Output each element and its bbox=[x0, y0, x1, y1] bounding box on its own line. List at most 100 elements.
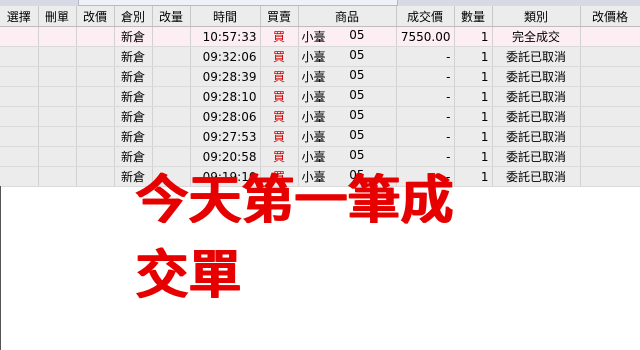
col-header-modify-price[interactable]: 改價 bbox=[76, 6, 115, 27]
modify-price-cell[interactable] bbox=[76, 106, 115, 127]
select-cell[interactable] bbox=[0, 66, 39, 87]
col-header-modify-qty[interactable]: 改量 bbox=[152, 6, 191, 27]
col-header-qty[interactable]: 數量 bbox=[454, 6, 493, 27]
new-price-cell[interactable] bbox=[580, 26, 640, 47]
product-name: 小臺 bbox=[301, 90, 326, 104]
modify-price-cell[interactable] bbox=[76, 86, 115, 107]
fill-price-cell: - bbox=[396, 106, 455, 127]
col-header-delete[interactable]: 刪單 bbox=[38, 6, 77, 27]
select-cell[interactable] bbox=[0, 126, 39, 147]
side-cell: 買 bbox=[260, 26, 299, 47]
time-cell: 09:28:39 bbox=[190, 66, 261, 87]
product-name: 小臺 bbox=[301, 130, 326, 144]
modify-price-cell[interactable] bbox=[76, 126, 115, 147]
modify-price-cell[interactable] bbox=[76, 66, 115, 87]
product-month: 05 bbox=[349, 48, 365, 62]
new-price-cell[interactable] bbox=[580, 86, 640, 107]
table-row[interactable]: 新倉 09:32:06 買小臺 05 -1 委託已取消 bbox=[0, 46, 640, 67]
category-cell: 委託已取消 bbox=[492, 86, 581, 107]
new-price-cell[interactable] bbox=[580, 106, 640, 127]
new-price-cell[interactable] bbox=[580, 166, 640, 187]
product-month: 05 bbox=[349, 68, 365, 82]
col-header-select[interactable]: 選擇 bbox=[0, 6, 39, 27]
fill-price-cell: - bbox=[396, 126, 455, 147]
banner-text: 今天第一筆成交單 bbox=[136, 171, 455, 306]
col-header-product[interactable]: 商品 bbox=[298, 6, 397, 27]
fill-price-cell: - bbox=[396, 66, 455, 87]
category-cell: 完全成交 bbox=[492, 26, 581, 47]
category-cell: 委託已取消 bbox=[492, 106, 581, 127]
col-header-side[interactable]: 買賣 bbox=[260, 6, 299, 27]
qty-cell: 1 bbox=[454, 106, 493, 127]
side-cell: 買 bbox=[260, 66, 299, 87]
product-name: 小臺 bbox=[301, 70, 326, 84]
modify-qty-cell[interactable] bbox=[152, 106, 191, 127]
warehouse-cell: 新倉 bbox=[114, 26, 153, 47]
select-cell[interactable] bbox=[0, 86, 39, 107]
category-cell: 委託已取消 bbox=[492, 146, 581, 167]
delete-cell[interactable] bbox=[38, 106, 77, 127]
side-cell: 買 bbox=[260, 86, 299, 107]
new-price-cell[interactable] bbox=[580, 66, 640, 87]
modify-price-cell[interactable] bbox=[76, 26, 115, 47]
select-cell[interactable] bbox=[0, 26, 39, 47]
table-row[interactable]: 新倉 09:28:06 買小臺 05 -1 委託已取消 bbox=[0, 106, 640, 127]
qty-cell: 1 bbox=[454, 26, 493, 47]
modify-price-cell[interactable] bbox=[76, 46, 115, 67]
delete-cell[interactable] bbox=[38, 86, 77, 107]
product-cell: 小臺 05 bbox=[298, 126, 397, 147]
modify-price-cell[interactable] bbox=[76, 166, 115, 187]
header-row: 選擇 刪單 改價 倉別 改量 時間 買賣 商品 成交價 數量 類別 改價格 bbox=[0, 6, 640, 27]
table-row[interactable]: 新倉 09:27:53 買小臺 05 -1 委託已取消 bbox=[0, 126, 640, 147]
select-cell[interactable] bbox=[0, 166, 39, 187]
product-cell: 小臺 05 bbox=[298, 106, 397, 127]
time-cell: 09:32:06 bbox=[190, 46, 261, 67]
product-month: 05 bbox=[349, 108, 365, 122]
delete-cell[interactable] bbox=[38, 66, 77, 87]
delete-cell[interactable] bbox=[38, 126, 77, 147]
modify-qty-cell[interactable] bbox=[152, 46, 191, 67]
table-row[interactable]: 新倉 09:28:39 買小臺 05 -1 委託已取消 bbox=[0, 66, 640, 87]
category-cell: 委託已取消 bbox=[492, 126, 581, 147]
select-cell[interactable] bbox=[0, 106, 39, 127]
category-cell: 委託已取消 bbox=[492, 166, 581, 187]
new-price-cell[interactable] bbox=[580, 46, 640, 67]
time-cell: 10:57:33 bbox=[190, 26, 261, 47]
qty-cell: 1 bbox=[454, 126, 493, 147]
table-row[interactable]: 新倉 09:28:10 買小臺 05 -1 委託已取消 bbox=[0, 86, 640, 107]
table-row[interactable]: 新倉 10:57:33 買小臺 05 7550.00 1 完全成交 bbox=[0, 26, 640, 47]
product-month: 05 bbox=[349, 28, 365, 42]
product-cell: 小臺 05 bbox=[298, 46, 397, 67]
modify-qty-cell[interactable] bbox=[152, 126, 191, 147]
fill-price-cell: - bbox=[396, 86, 455, 107]
delete-cell[interactable] bbox=[38, 146, 77, 167]
side-cell: 買 bbox=[260, 106, 299, 127]
product-name: 小臺 bbox=[301, 50, 326, 64]
select-cell[interactable] bbox=[0, 46, 39, 67]
time-cell: 09:28:10 bbox=[190, 86, 261, 107]
category-cell: 委託已取消 bbox=[492, 66, 581, 87]
col-header-warehouse[interactable]: 倉別 bbox=[114, 6, 153, 27]
new-price-cell[interactable] bbox=[580, 146, 640, 167]
delete-cell[interactable] bbox=[38, 46, 77, 67]
modify-price-cell[interactable] bbox=[76, 146, 115, 167]
fill-price-cell: 7550.00 bbox=[396, 26, 455, 47]
col-header-new-price[interactable]: 改價格 bbox=[580, 6, 640, 27]
select-cell[interactable] bbox=[0, 146, 39, 167]
warehouse-cell: 新倉 bbox=[114, 66, 153, 87]
left-border bbox=[0, 186, 1, 350]
col-header-category[interactable]: 類別 bbox=[492, 6, 581, 27]
time-cell: 09:27:53 bbox=[190, 126, 261, 147]
new-price-cell[interactable] bbox=[580, 126, 640, 147]
side-cell: 買 bbox=[260, 46, 299, 67]
product-name: 小臺 bbox=[301, 30, 326, 44]
col-header-fill-price[interactable]: 成交價 bbox=[396, 6, 455, 27]
modify-qty-cell[interactable] bbox=[152, 66, 191, 87]
delete-cell[interactable] bbox=[38, 166, 77, 187]
warehouse-cell: 新倉 bbox=[114, 126, 153, 147]
col-header-time[interactable]: 時間 bbox=[190, 6, 261, 27]
modify-qty-cell[interactable] bbox=[152, 26, 191, 47]
modify-qty-cell[interactable] bbox=[152, 86, 191, 107]
product-cell: 小臺 05 bbox=[298, 86, 397, 107]
delete-cell[interactable] bbox=[38, 26, 77, 47]
